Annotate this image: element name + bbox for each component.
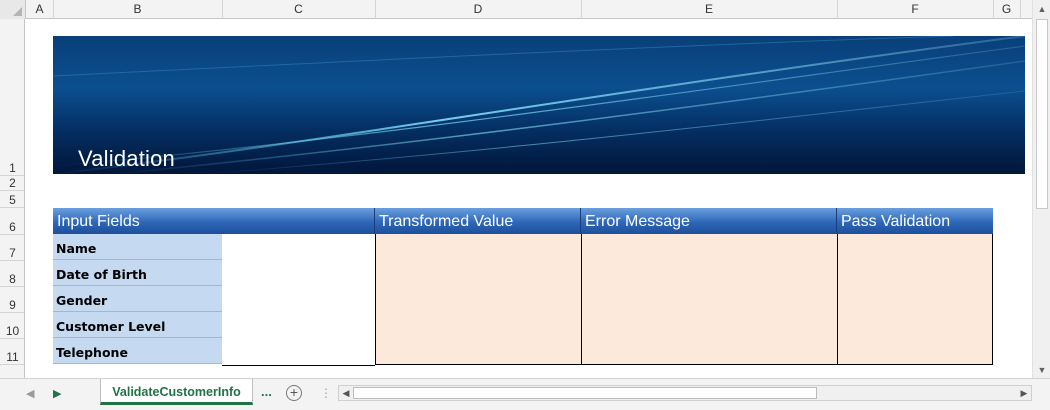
column-header-g[interactable]: G — [993, 0, 1021, 19]
banner-image: Validation — [53, 36, 1025, 174]
header-input-fields[interactable]: Input Fields — [53, 208, 375, 234]
horizontal-scroll-thumb[interactable] — [353, 387, 817, 399]
column-header-c[interactable]: C — [222, 0, 376, 19]
error-message-column[interactable] — [581, 234, 837, 365]
row-header-2[interactable]: 2 — [0, 175, 24, 191]
column-header-b[interactable]: B — [53, 0, 223, 19]
scroll-left-arrow-icon[interactable]: ◀ — [339, 386, 353, 400]
row-header-10[interactable]: 10 — [0, 312, 24, 339]
field-label-gender[interactable]: Gender — [53, 286, 222, 312]
field-label-name[interactable]: Name — [53, 234, 222, 260]
header-pass-validation[interactable]: Pass Validation — [837, 208, 993, 234]
sheet-tab-validatecustomerinfo[interactable]: ValidateCustomerInfo — [100, 379, 253, 405]
select-all-corner[interactable] — [0, 0, 26, 19]
scroll-up-arrow-icon[interactable]: ▲ — [1036, 3, 1048, 15]
banner-title: Validation — [78, 146, 175, 171]
banner-light-streaks — [53, 36, 1025, 174]
field-label-date-of-birth[interactable]: Date of Birth — [53, 260, 222, 286]
column-header-f[interactable]: F — [837, 0, 994, 19]
triangle-right-icon[interactable]: ▶ — [53, 387, 61, 400]
header-transformed-value[interactable]: Transformed Value — [375, 208, 581, 234]
sheet-tab-bar: ◀ ▶ ValidateCustomerInfo ... + ⋮ ◀ ▶ — [0, 378, 1050, 410]
pass-validation-column[interactable] — [837, 234, 993, 365]
input-value-column[interactable] — [222, 234, 375, 366]
plus-circle-icon[interactable]: + — [286, 385, 302, 401]
header-error-message[interactable]: Error Message — [581, 208, 837, 234]
vertical-scrollbar[interactable]: ▲ ▼ — [1032, 0, 1050, 380]
validation-table: Input Fields Transformed Value Error Mes… — [53, 208, 993, 366]
column-header-d[interactable]: D — [375, 0, 582, 19]
column-header-a[interactable]: A — [26, 0, 54, 19]
scroll-right-arrow-icon[interactable]: ▶ — [1017, 386, 1031, 400]
scroll-down-arrow-icon[interactable]: ▼ — [1036, 364, 1048, 376]
row-header-9[interactable]: 9 — [0, 286, 24, 313]
tab-splitter-handle[interactable]: ⋮ — [320, 386, 332, 400]
field-label-telephone[interactable]: Telephone — [53, 338, 222, 364]
transformed-value-column[interactable] — [375, 234, 581, 365]
column-header-e[interactable]: E — [581, 0, 838, 19]
row-header-5[interactable]: 5 — [0, 190, 24, 208]
row-header-11[interactable]: 11 — [0, 338, 24, 365]
more-sheets-button[interactable]: ... — [261, 384, 272, 399]
column-header-bar: A B C D E F G — [0, 0, 1032, 19]
horizontal-scrollbar[interactable]: ◀ ▶ — [338, 385, 1032, 401]
select-all-icon — [13, 7, 22, 16]
vertical-scroll-thumb[interactable] — [1036, 19, 1048, 209]
triangle-left-icon[interactable]: ◀ — [26, 387, 34, 400]
field-label-customer-level[interactable]: Customer Level — [53, 312, 222, 338]
row-header-6[interactable]: 6 — [0, 207, 24, 235]
row-header-12[interactable]: 12 — [0, 364, 24, 378]
row-header-7[interactable]: 7 — [0, 234, 24, 261]
row-header-8[interactable]: 8 — [0, 260, 24, 287]
row-header-strip: 1 2 5 6 7 8 9 10 11 12 — [0, 19, 25, 378]
worksheet-grid[interactable]: Validation Input Fields Transformed Valu… — [26, 20, 1032, 378]
row-header-1[interactable]: 1 — [0, 19, 24, 176]
